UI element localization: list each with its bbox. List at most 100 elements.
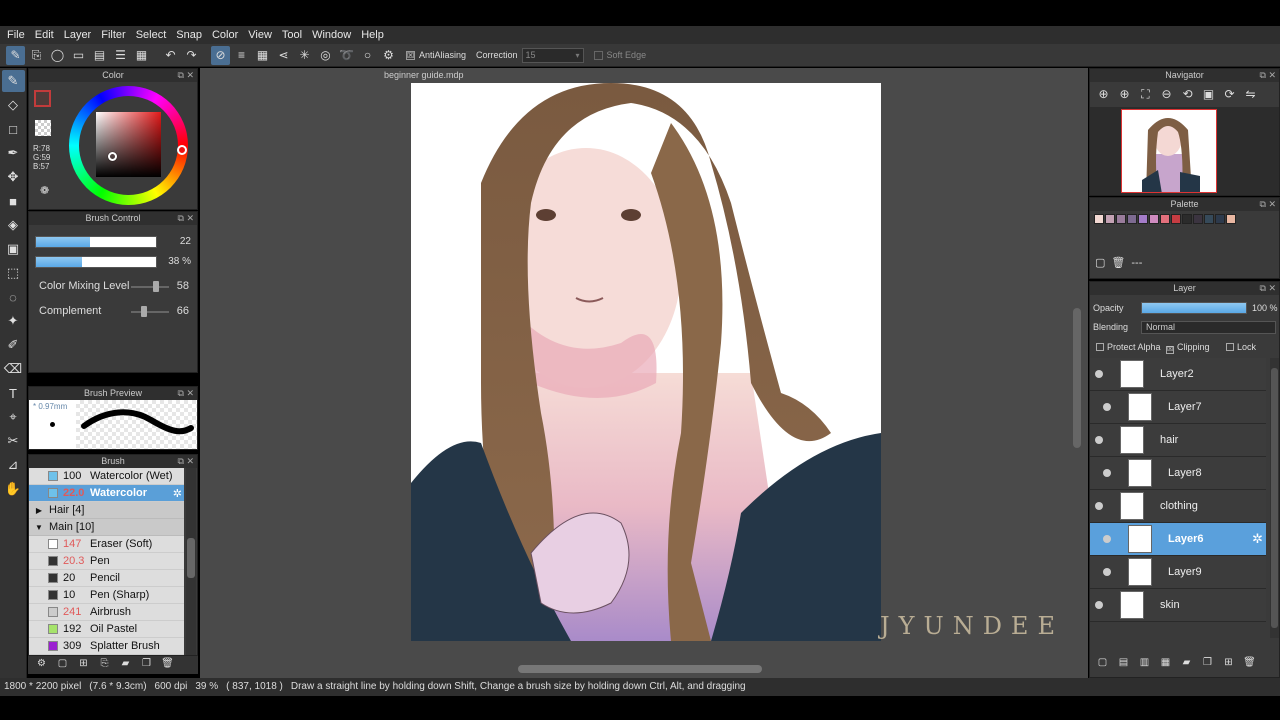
menu-layer[interactable]: Layer [59, 29, 97, 41]
complement-track[interactable] [131, 311, 169, 313]
rotate-right-icon[interactable]: ⟳ [1220, 85, 1239, 103]
layer-scrollbar[interactable] [1270, 358, 1279, 638]
layer-row[interactable]: Layer7 [1090, 391, 1266, 424]
palette-swatch[interactable] [1094, 214, 1104, 224]
layer-visibility-icon[interactable] [1103, 403, 1111, 411]
brush-list-scrollbar[interactable] [186, 468, 196, 655]
brush-size-slider[interactable]: 22 [35, 236, 191, 248]
hand-tool-icon[interactable]: ✋ [2, 478, 25, 500]
artwork-canvas[interactable] [411, 83, 881, 641]
copy-brush-icon[interactable]: ⎘ [96, 658, 113, 673]
add-brush-icon[interactable]: ⊞ [75, 658, 92, 673]
canvas-v-scroll-thumb[interactable] [1073, 308, 1081, 448]
snap-parallel-icon[interactable]: ≡ [232, 46, 251, 65]
snap-curve-icon[interactable]: ➰ [337, 46, 356, 65]
layer-row[interactable]: Layer6 ✲ [1090, 523, 1266, 556]
panel-pop-close-icon[interactable]: ⧉ ✕ [1260, 282, 1276, 295]
rectangle-tool-icon[interactable]: □ [2, 118, 25, 140]
brush-group[interactable]: ▼ Main [10] [29, 519, 184, 536]
complement-knob[interactable] [141, 306, 147, 317]
menu-color[interactable]: Color [207, 29, 243, 41]
speech-bubble-icon[interactable]: ◯ [48, 46, 67, 65]
color-mixing-knob[interactable] [153, 281, 159, 292]
palette-swatch[interactable] [1215, 214, 1225, 224]
snap-off-icon[interactable]: ⊘ [211, 45, 230, 65]
panel-pop-close-icon[interactable]: ⧉ ✕ [178, 387, 194, 400]
menu-select[interactable]: Select [131, 29, 172, 41]
brush-tool-icon[interactable]: ✎ [1, 70, 25, 92]
document-tab[interactable]: beginner guide.mdp [200, 68, 1088, 82]
canvas-horizontal-scrollbar[interactable] [204, 664, 1084, 674]
select-pen-icon[interactable]: ✐ [2, 334, 25, 356]
background-color-swatch[interactable] [35, 120, 51, 136]
protect-alpha-checkbox[interactable]: Protect Alpha [1096, 342, 1161, 352]
brush-group[interactable]: ▶ Hair [4] [29, 502, 184, 519]
saturation-value-square[interactable] [96, 112, 161, 177]
layer-row[interactable]: hair [1090, 424, 1266, 457]
layer-visibility-icon[interactable] [1095, 436, 1103, 444]
brush-settings-icon[interactable]: ⚙ [33, 658, 50, 673]
brush-item[interactable]: 10 Pen (Sharp) [29, 587, 184, 604]
new-8bit-layer-icon[interactable]: ▤ [1115, 657, 1132, 672]
brush-size-track[interactable] [35, 236, 157, 248]
panel-pop-close-icon[interactable]: ⧉ ✕ [1260, 69, 1276, 82]
layer-scroll-thumb[interactable] [1271, 368, 1278, 628]
layer-visibility-icon[interactable] [1095, 502, 1103, 510]
gradient-tool-icon[interactable]: ▣ [2, 238, 25, 260]
palette-swatch[interactable] [1116, 214, 1126, 224]
canvas-h-scroll-thumb[interactable] [518, 665, 762, 673]
brush-item[interactable]: 20 Pencil [29, 570, 184, 587]
zoom-out-icon[interactable]: ⊖ [1157, 85, 1176, 103]
select-eraser-icon[interactable]: ⌫ [2, 358, 25, 380]
bucket-tool-icon[interactable]: ◈ [2, 214, 25, 236]
merge-layer-icon[interactable]: ⊞ [1220, 657, 1237, 672]
layer-visibility-icon[interactable] [1103, 469, 1111, 477]
navigator-preview-area[interactable] [1090, 107, 1279, 195]
menu-window[interactable]: Window [307, 29, 356, 41]
pen-tool-icon[interactable]: ✒ [2, 142, 25, 164]
settings-icon[interactable]: ⚙ [379, 46, 398, 65]
layer-visibility-icon[interactable] [1103, 568, 1111, 576]
layer-opacity-slider[interactable] [1141, 302, 1247, 314]
delete-swatch-icon[interactable]: 🗑 [1111, 256, 1125, 269]
brush-item[interactable]: 100 Watercolor (Wet) [29, 468, 184, 485]
expand-right-icon[interactable]: ▶ [29, 506, 49, 515]
snap-vanish-icon[interactable]: ⋖ [274, 46, 293, 65]
duplicate-layer-icon[interactable]: ❐ [1199, 657, 1216, 672]
palette-swatch[interactable] [1182, 214, 1192, 224]
undo-icon[interactable]: ↶ [161, 46, 180, 65]
panel-pop-close-icon[interactable]: ⧉ ✕ [178, 69, 194, 82]
brush-item[interactable]: 192 Oil Pastel [29, 621, 184, 638]
new-swatch-icon[interactable]: ▢ [1095, 256, 1105, 269]
move-tool-icon[interactable]: ✥ [2, 166, 25, 188]
delete-layer-icon[interactable]: 🗑 [1241, 657, 1258, 672]
palette-swatch[interactable] [1149, 214, 1159, 224]
brush-item[interactable]: 241 Airbrush [29, 604, 184, 621]
layer-row[interactable]: clothing [1090, 490, 1266, 523]
fit-icon[interactable]: ⛶ [1136, 85, 1155, 103]
lasso-tool-icon[interactable]: ◌ [2, 286, 25, 308]
brush-opacity-slider[interactable]: 38 % [35, 256, 191, 268]
color-mixing-track[interactable] [131, 286, 169, 288]
layer-settings-gear-icon[interactable]: ✲ [1252, 531, 1263, 547]
menu-file[interactable]: File [2, 29, 30, 41]
navigator-thumbnail[interactable] [1121, 109, 1217, 193]
operation-tool-icon[interactable]: ⌖ [2, 406, 25, 428]
brush-settings-gear-icon[interactable]: ✲ [173, 487, 182, 500]
list-icon[interactable]: ☰ [111, 46, 130, 65]
brush-item[interactable]: 20.3 Pen [29, 553, 184, 570]
palette-swatch[interactable] [1171, 214, 1181, 224]
menu-tool[interactable]: Tool [277, 29, 307, 41]
brush-item[interactable]: 147 Eraser (Soft) [29, 536, 184, 553]
palette-extra[interactable]: --- [1131, 257, 1142, 269]
new-1bit-layer-icon[interactable]: ▥ [1136, 657, 1153, 672]
palette-swatch[interactable] [1127, 214, 1137, 224]
layer-visibility-icon[interactable] [1103, 535, 1111, 543]
brush-mode-icon[interactable]: ✎ [6, 45, 25, 65]
grid-icon[interactable]: ▦ [132, 46, 151, 65]
menu-view[interactable]: View [243, 29, 277, 41]
palette-icon[interactable]: ❁ [40, 184, 55, 199]
panel-pop-close-icon[interactable]: ⧉ ✕ [178, 455, 194, 468]
clipping-checkbox[interactable]: ☒ Clipping [1166, 342, 1210, 354]
brush-item[interactable]: 22.0 Watercolor ✲ [29, 485, 184, 502]
